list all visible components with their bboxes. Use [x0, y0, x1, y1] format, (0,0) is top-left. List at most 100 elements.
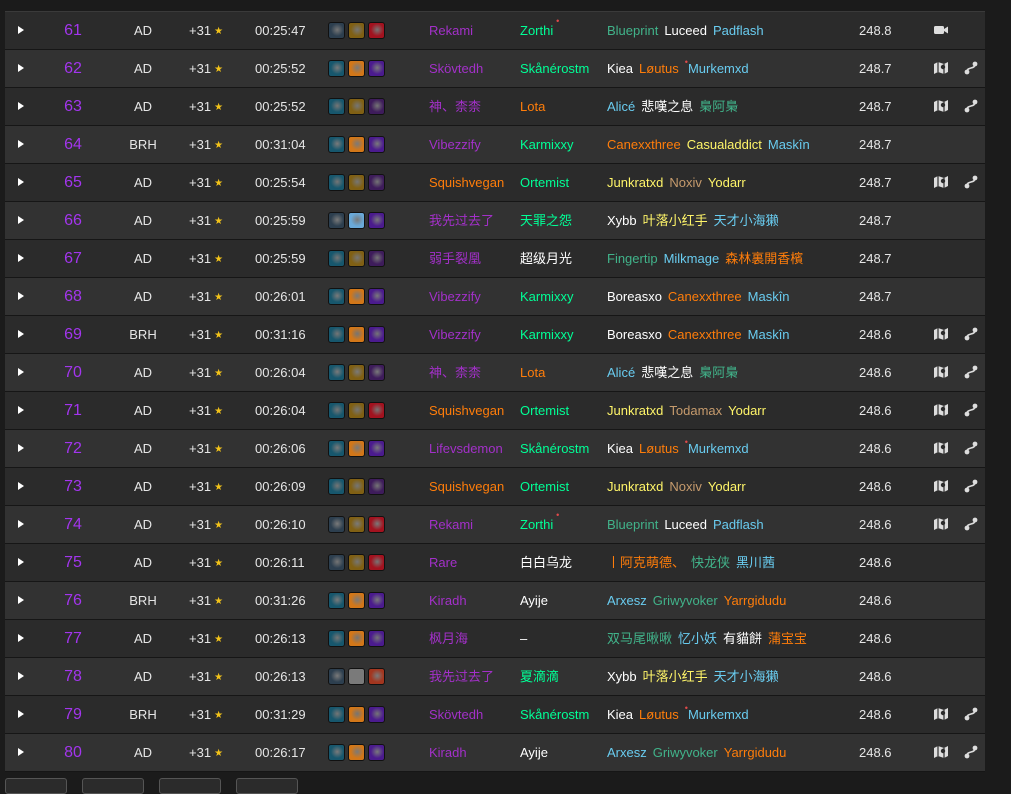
dps-player[interactable]: Padflash — [713, 506, 764, 543]
affix-icon[interactable] — [328, 98, 345, 115]
affix-icon[interactable] — [328, 136, 345, 153]
dps-name[interactable]: 有貓餅 — [723, 631, 762, 646]
affix-icon[interactable] — [328, 326, 345, 343]
dps-player[interactable]: 天才小海獭 — [714, 202, 779, 239]
dps-player[interactable]: Blueprint — [607, 506, 658, 543]
tank-player[interactable]: Kiradh — [429, 582, 467, 619]
affix-icon[interactable] — [368, 22, 385, 39]
dps-name[interactable]: Milkmage — [664, 251, 720, 266]
healer-player[interactable]: Skånérostm — [520, 696, 589, 733]
dps-name[interactable]: Junkratxd — [607, 403, 663, 418]
dps-name[interactable]: Luceed — [664, 23, 707, 38]
dps-name[interactable]: Fingertip — [607, 251, 658, 266]
affix-icon[interactable] — [368, 630, 385, 647]
affix-icon[interactable] — [348, 326, 365, 343]
dps-name[interactable]: Noxiv — [669, 479, 702, 494]
affix-icon[interactable] — [368, 60, 385, 77]
affix-icon[interactable] — [328, 630, 345, 647]
dps-name[interactable]: Maskîn — [768, 137, 810, 152]
affix-icon[interactable] — [368, 440, 385, 457]
dps-name[interactable]: Kiea — [607, 441, 633, 456]
tank-player[interactable]: Skövtedh — [429, 696, 483, 733]
healer-player[interactable]: Skånérostm — [520, 50, 589, 87]
expand-arrow-icon[interactable] — [15, 278, 27, 315]
dps-name[interactable]: Kiea — [607, 707, 633, 722]
tank-player[interactable]: 弱手裂凰 — [429, 240, 481, 277]
dps-player[interactable]: Maskîn — [748, 278, 790, 315]
dps-player[interactable]: 叶落小红手 — [643, 202, 708, 239]
expand-arrow-icon[interactable] — [15, 734, 27, 771]
map-icon[interactable] — [933, 316, 949, 353]
dps-name[interactable]: Noxiv — [669, 175, 702, 190]
affix-icon[interactable] — [328, 554, 345, 571]
map-icon[interactable] — [933, 88, 949, 125]
dps-name[interactable]: Canexxthree — [668, 289, 742, 304]
pagination-button[interactable] — [236, 778, 298, 794]
affix-icon[interactable] — [328, 744, 345, 761]
dps-player[interactable]: Løutus • — [639, 696, 688, 733]
healer-name[interactable]: Ayije — [520, 745, 548, 760]
healer-player[interactable]: 天罪之怨 — [520, 202, 572, 239]
affix-icon[interactable] — [368, 668, 385, 685]
dps-player[interactable]: Murkemxd — [688, 50, 749, 87]
healer-name[interactable]: Lota — [520, 365, 545, 380]
map-icon[interactable] — [933, 354, 949, 391]
pagination-button[interactable] — [82, 778, 144, 794]
dps-player[interactable]: 叶落小红手 — [643, 658, 708, 695]
affix-icon[interactable] — [348, 516, 365, 533]
expand-arrow-icon[interactable] — [15, 240, 27, 277]
dps-name[interactable]: Junkratxd — [607, 479, 663, 494]
affix-icon[interactable] — [348, 364, 365, 381]
dps-player[interactable]: Griwyvoker — [653, 582, 718, 619]
table-row[interactable]: 64 BRH +31 ★ 00:31:04 Vibezzify Karmixxy Canexx… — [5, 126, 985, 164]
healer-player[interactable]: Karmixxy — [520, 126, 573, 163]
affix-icon[interactable] — [368, 364, 385, 381]
dps-name[interactable]: Arxesz — [607, 745, 647, 760]
expand-arrow-icon[interactable] — [15, 696, 27, 733]
table-row[interactable]: 75 AD +31 ★ 00:26:11 Rare 白白乌龙 丨阿克萌德、 快龙侠 黑川茜 248.… — [5, 544, 985, 582]
dps-player[interactable]: Yodarr — [708, 468, 746, 505]
dps-player[interactable]: Junkratxd — [607, 164, 663, 201]
healer-player[interactable]: 超级月光 — [520, 240, 572, 277]
healer-name[interactable]: Ortemist — [520, 403, 569, 418]
pagination-button[interactable] — [159, 778, 221, 794]
dps-name[interactable]: 黑川茜 — [736, 555, 775, 570]
affix-icon[interactable] — [348, 22, 365, 39]
tank-player[interactable]: Rare — [429, 544, 457, 581]
dps-name[interactable]: Murkemxd — [688, 707, 749, 722]
route-icon[interactable] — [963, 392, 979, 429]
dps-name[interactable]: Murkemxd — [688, 441, 749, 456]
dps-player[interactable]: 悲嘆之息 — [641, 354, 693, 391]
dps-player[interactable]: Maskîn — [768, 126, 810, 163]
affix-icon[interactable] — [348, 630, 365, 647]
dps-player[interactable]: 悲嘆之息 — [641, 88, 693, 125]
dps-name[interactable]: Maskîn — [748, 327, 790, 342]
expand-arrow-icon[interactable] — [15, 430, 27, 467]
expand-arrow-icon[interactable] — [15, 164, 27, 201]
healer-player[interactable]: 白白乌龙 — [520, 544, 572, 581]
tank-player[interactable]: Vibezzify — [429, 316, 481, 353]
dps-name[interactable]: 叶落小红手 — [643, 213, 708, 228]
tank-player[interactable]: Squishvegan — [429, 392, 504, 429]
table-row[interactable]: 72 AD +31 ★ 00:26:06 Lifevsdemon Skånérostm Kie… — [5, 430, 985, 468]
map-icon[interactable] — [933, 468, 949, 505]
table-row[interactable]: 70 AD +31 ★ 00:26:04 神、柰柰 Lota Alicé 悲嘆之息 梟阿梟 248.… — [5, 354, 985, 392]
table-row[interactable]: 80 AD +31 ★ 00:26:17 Kiradh Ayije Arxesz Griwyvo… — [5, 734, 985, 772]
dps-name[interactable]: Casualaddict — [687, 137, 762, 152]
tank-player[interactable]: Vibezzify — [429, 278, 481, 315]
expand-arrow-icon[interactable] — [15, 126, 27, 163]
healer-name[interactable]: 夏滴滴 — [520, 669, 559, 684]
dps-name[interactable]: 天才小海獭 — [714, 213, 779, 228]
expand-arrow-icon[interactable] — [15, 354, 27, 391]
affix-icon[interactable] — [328, 440, 345, 457]
tank-player[interactable]: 枫月海 — [429, 620, 468, 657]
dps-player[interactable]: 丨阿克萌德、 — [607, 544, 685, 581]
dps-name[interactable]: 悲嘆之息 — [641, 99, 693, 114]
affix-icon[interactable] — [368, 250, 385, 267]
affix-icon[interactable] — [348, 136, 365, 153]
dps-name[interactable]: Yodarr — [708, 175, 746, 190]
affix-icon[interactable] — [368, 516, 385, 533]
tank-player[interactable]: Squishvegan — [429, 164, 504, 201]
affix-icon[interactable] — [348, 668, 365, 685]
dps-name[interactable]: Padflash — [713, 23, 764, 38]
